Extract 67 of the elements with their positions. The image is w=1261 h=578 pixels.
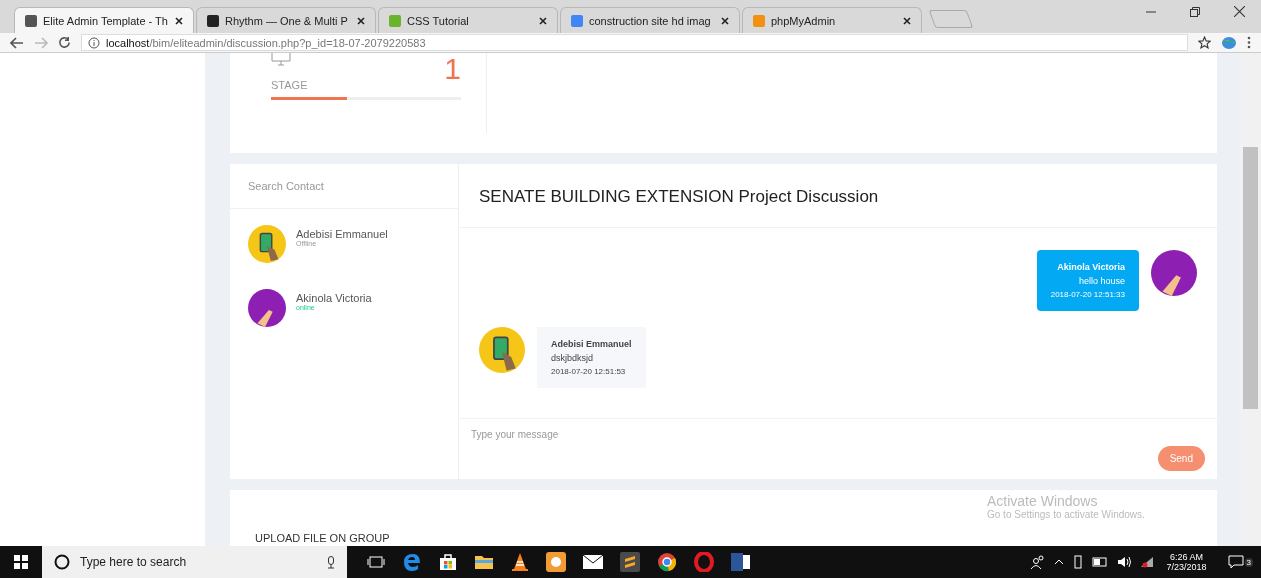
avatar-icon xyxy=(1151,250,1197,296)
browser-e-icon[interactable] xyxy=(402,552,422,572)
avatar-icon xyxy=(248,289,286,327)
star-icon[interactable] xyxy=(1198,36,1211,49)
upload-title: UPLOAD FILE ON GROUP xyxy=(255,532,390,544)
clock-date[interactable]: 7/23/2018 xyxy=(1166,562,1207,572)
chevron-up-icon[interactable] xyxy=(1053,559,1064,565)
close-icon[interactable] xyxy=(539,16,547,25)
battery-icon[interactable] xyxy=(1091,557,1108,567)
speaker-icon[interactable] xyxy=(1116,556,1131,568)
editor-icon[interactable] xyxy=(620,552,640,572)
message-text: hello house xyxy=(1078,276,1125,286)
contact-name: Adebisi Emmanuel xyxy=(296,228,388,240)
browser-tab[interactable]: construction site hd imag xyxy=(560,7,740,33)
avatar-icon xyxy=(248,225,286,263)
tab-icon xyxy=(753,14,765,27)
discussion-title: SENATE BUILDING EXTENSION Project Discussion xyxy=(459,164,1217,228)
sender-name: Adebisi Emmanuel xyxy=(551,339,632,349)
browser-tab[interactable]: phpMyAdmin xyxy=(742,7,922,33)
clock-time[interactable]: 6:26 AM xyxy=(1170,552,1204,562)
stage-count: 1 xyxy=(444,53,461,87)
contact-name: Akinola Victoria xyxy=(296,292,372,304)
activation-text: Go to Settings to activate Windows. xyxy=(987,509,1145,520)
browser-tab[interactable]: Elite Admin Template - Th xyxy=(14,7,194,33)
restore-icon[interactable] xyxy=(1190,6,1200,17)
traffic-cone-icon[interactable] xyxy=(511,552,529,572)
close-icon[interactable] xyxy=(903,16,911,25)
back-icon[interactable] xyxy=(10,36,24,49)
close-icon[interactable] xyxy=(175,16,183,25)
monitor-icon xyxy=(271,53,291,67)
sender-name: Akinola Victoria xyxy=(1057,262,1125,272)
people-icon[interactable] xyxy=(1030,555,1045,569)
tab-icon xyxy=(207,14,219,27)
tab-icon xyxy=(571,14,583,27)
microphone-icon[interactable] xyxy=(327,555,335,569)
network-icon[interactable] xyxy=(1139,556,1154,568)
activation-title: Activate Windows xyxy=(987,493,1099,509)
usb-icon[interactable] xyxy=(1072,555,1083,569)
close-icon[interactable] xyxy=(721,16,729,25)
globe-icon[interactable] xyxy=(1221,35,1237,50)
menu-icon[interactable] xyxy=(1247,36,1251,49)
info-icon xyxy=(88,36,100,49)
scrollbar[interactable] xyxy=(1240,53,1261,546)
taskbar-search-field[interactable]: Type here to search xyxy=(42,546,347,578)
address-field[interactable]: localhost/bim/eliteadmin/discussion.php?p_id=18-07-2079220583 xyxy=(81,34,1188,51)
tab-icon xyxy=(25,14,37,27)
close-icon[interactable] xyxy=(1234,6,1245,17)
store-icon[interactable] xyxy=(439,553,457,571)
folder-icon[interactable] xyxy=(474,554,494,570)
tab-icon xyxy=(389,14,401,27)
message-time: 2018-07-20 12:51:33 xyxy=(1050,290,1125,299)
message-time: 2018-07-20 12:51:53 xyxy=(551,367,627,376)
opera-icon[interactable] xyxy=(694,552,714,572)
avatar-icon xyxy=(479,327,525,373)
browser-tab[interactable]: CSS Tutorial xyxy=(378,7,558,33)
stage-label: STAGE xyxy=(271,79,308,91)
close-icon[interactable] xyxy=(357,16,365,25)
reload-icon[interactable] xyxy=(58,36,71,49)
task-view-icon[interactable] xyxy=(367,556,385,568)
app-icon[interactable] xyxy=(546,552,566,572)
mail-icon[interactable] xyxy=(583,555,603,569)
word-icon[interactable] xyxy=(731,553,751,571)
browser-tab[interactable]: Rhythm — One & Multi P xyxy=(196,7,376,33)
cortana-icon xyxy=(54,554,70,570)
message-text: dskjbdksjd xyxy=(551,353,595,363)
chrome-icon[interactable] xyxy=(657,552,677,572)
windows-icon[interactable] xyxy=(14,555,28,569)
